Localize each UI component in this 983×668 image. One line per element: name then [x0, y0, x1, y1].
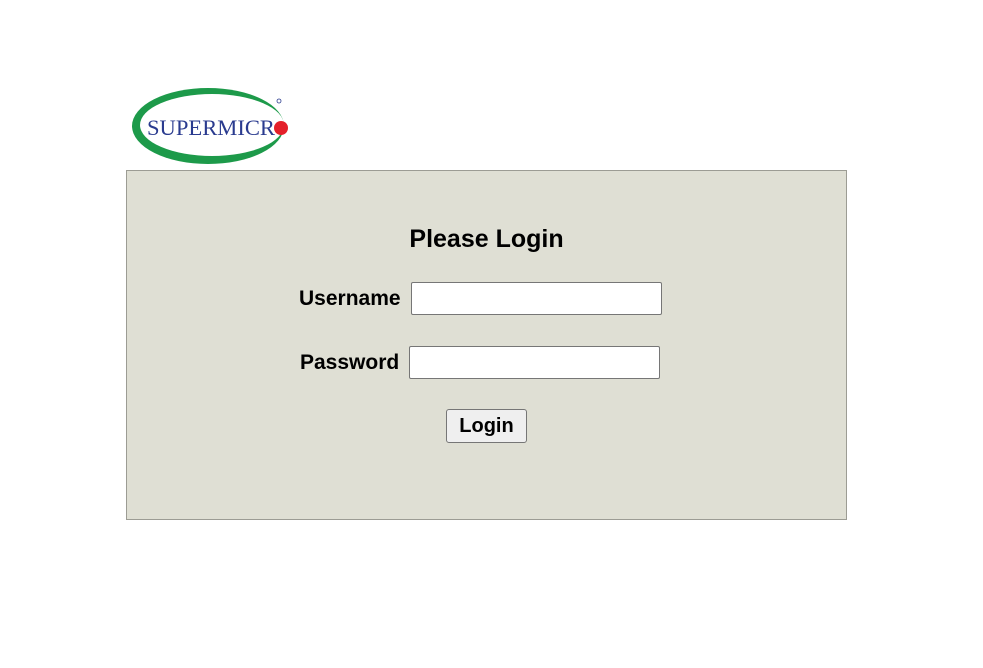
username-input[interactable]: [410, 282, 662, 315]
login-panel: Please Login Username Password Login: [126, 170, 847, 520]
password-label: Password: [300, 350, 400, 374]
password-input[interactable]: [409, 346, 661, 379]
login-button[interactable]: Login: [446, 409, 527, 443]
page-title: Please Login: [409, 225, 564, 253]
logo-text: SUPERMICR: [147, 115, 275, 140]
username-row: Username: [299, 282, 662, 315]
password-row: Password: [300, 346, 661, 379]
username-label: Username: [299, 286, 401, 310]
supermicro-logo: SUPERMICR: [130, 84, 292, 168]
